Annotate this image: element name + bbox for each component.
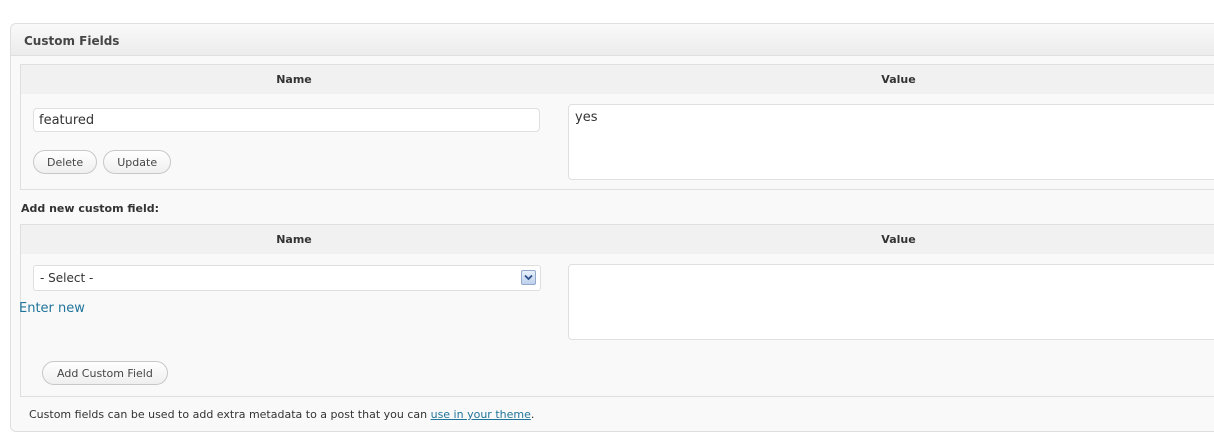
use-in-theme-link[interactable]: use in your theme (431, 408, 531, 421)
update-button[interactable]: Update (103, 150, 172, 174)
new-value-column-header: Value (567, 225, 1214, 254)
enter-new-link[interactable]: Enter new (19, 301, 85, 316)
custom-field-key-input[interactable] (33, 108, 540, 132)
add-new-heading: Add new custom field: (21, 202, 160, 215)
custom-field-value-textarea[interactable]: yes (568, 104, 1214, 180)
footer-note: Custom fields can be used to add extra m… (29, 408, 1214, 421)
new-key-cell: - Select - Enter new Add Custom Field (19, 254, 567, 396)
new-field-table: Name Value - Select - Enter new Add Cust… (19, 224, 1214, 397)
existing-key-cell: Delete Update (21, 94, 567, 189)
existing-fields-table: Name Value Delete Update yes (20, 64, 1214, 190)
new-name-column-header: Name (21, 225, 567, 254)
footer-suffix: . (530, 408, 535, 421)
select-value: - Select - (40, 271, 94, 285)
new-value-cell (567, 254, 1214, 396)
name-column-header: Name (21, 65, 567, 94)
chevron-down-icon[interactable] (521, 270, 536, 285)
footer-text: Custom fields can be used to add extra m… (29, 408, 431, 421)
panel-title[interactable]: Custom Fields (11, 24, 1214, 56)
new-value-textarea[interactable] (568, 264, 1214, 340)
custom-fields-panel: Custom Fields Name Value Delete Update y… (10, 23, 1214, 432)
add-custom-field-button[interactable]: Add Custom Field (42, 361, 168, 385)
existing-value-cell: yes (567, 94, 1214, 189)
delete-button[interactable]: Delete (33, 150, 98, 174)
panel-inside: Name Value Delete Update yes Add new cus… (19, 64, 1214, 421)
metakey-select[interactable]: - Select - (33, 265, 541, 291)
value-column-header: Value (567, 65, 1214, 94)
existing-actions: Delete Update (33, 150, 172, 174)
